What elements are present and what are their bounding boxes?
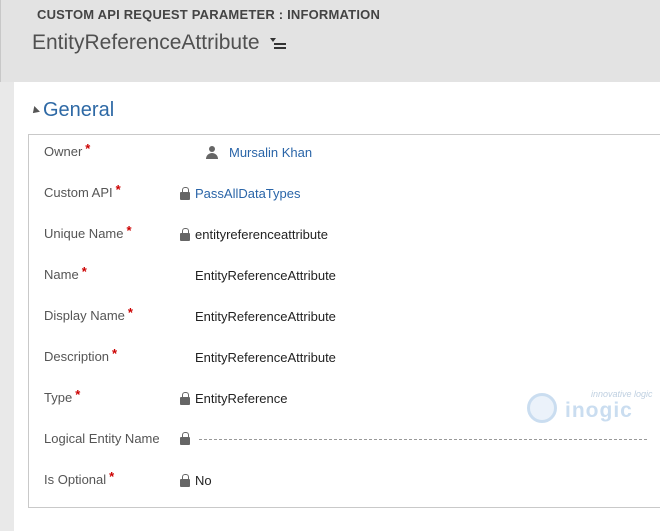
lock-icon bbox=[179, 473, 193, 488]
record-title: EntityReferenceAttribute bbox=[32, 31, 286, 55]
description-input[interactable]: EntityReferenceAttribute bbox=[195, 350, 336, 365]
section-general-title: General bbox=[43, 99, 115, 121]
field-label: Display Name * bbox=[44, 305, 133, 323]
watermark-brand: inogic bbox=[565, 399, 633, 422]
field-description: Description * EntityReferenceAttribute bbox=[29, 340, 660, 381]
unique-name-value: entityreferenceattribute bbox=[179, 227, 328, 242]
field-label: Is Optional * bbox=[44, 469, 115, 487]
lock-icon bbox=[179, 391, 193, 406]
field-label: Description * bbox=[44, 346, 118, 364]
field-is-optional: Is Optional * No bbox=[29, 463, 660, 504]
field-label: Custom API * bbox=[44, 182, 121, 200]
description-value[interactable]: EntityReferenceAttribute bbox=[179, 350, 336, 365]
field-label: Unique Name * bbox=[44, 223, 132, 241]
form-header: CUSTOM API REQUEST PARAMETER : INFORMATI… bbox=[0, 0, 660, 82]
display-name-value[interactable]: EntityReferenceAttribute bbox=[179, 309, 336, 324]
section-general-toggle[interactable]: General bbox=[30, 99, 115, 122]
required-marker: * bbox=[75, 387, 81, 402]
required-marker: * bbox=[127, 305, 133, 320]
field-display-name: Display Name * EntityReferenceAttribute bbox=[29, 299, 660, 340]
logo-circle-icon bbox=[527, 393, 557, 423]
required-marker: * bbox=[126, 223, 132, 238]
user-icon bbox=[205, 145, 219, 160]
field-unique-name: Unique Name * entityreferenceattribute bbox=[29, 217, 660, 258]
required-marker: * bbox=[112, 346, 118, 361]
field-custom-api: Custom API * PassAllDataTypes bbox=[29, 176, 660, 217]
name-input[interactable]: EntityReferenceAttribute bbox=[195, 268, 336, 283]
field-name: Name * EntityReferenceAttribute bbox=[29, 258, 660, 299]
owner-value[interactable]: Mursalin Khan bbox=[199, 145, 312, 160]
lock-icon bbox=[179, 432, 193, 446]
field-owner: Owner * Mursalin Khan bbox=[29, 135, 660, 176]
is-optional-text: No bbox=[195, 473, 212, 488]
required-marker: * bbox=[81, 264, 87, 279]
lock-icon bbox=[179, 227, 193, 242]
empty-value-dashes bbox=[199, 438, 647, 440]
custom-api-link[interactable]: PassAllDataTypes bbox=[195, 186, 301, 201]
required-marker: * bbox=[115, 182, 121, 197]
type-value: EntityReference bbox=[179, 391, 288, 406]
custom-api-value[interactable]: PassAllDataTypes bbox=[179, 186, 301, 201]
logical-entity-name-value bbox=[179, 432, 647, 446]
display-name-input[interactable]: EntityReferenceAttribute bbox=[195, 309, 336, 324]
field-label: Logical Entity Name bbox=[44, 431, 160, 446]
type-text: EntityReference bbox=[195, 391, 288, 406]
watermark-tagline: innovative logic bbox=[591, 389, 653, 399]
inogic-watermark-logo: innovative logic inogic bbox=[525, 389, 655, 429]
field-label: Name * bbox=[44, 264, 87, 282]
required-marker: * bbox=[85, 141, 91, 156]
general-fields: Owner * Mursalin Khan Custom API * PassAll… bbox=[28, 134, 660, 508]
owner-link[interactable]: Mursalin Khan bbox=[229, 145, 312, 160]
field-label: Type * bbox=[44, 387, 81, 405]
form-body: General Owner * Mursalin Khan Custom API *… bbox=[14, 82, 660, 531]
field-label: Owner * bbox=[44, 141, 91, 159]
form-selector-menu-icon[interactable] bbox=[269, 37, 286, 49]
name-value[interactable]: EntityReferenceAttribute bbox=[179, 268, 336, 283]
collapse-triangle-icon bbox=[30, 105, 40, 116]
record-title-text: EntityReferenceAttribute bbox=[32, 31, 260, 54]
entity-type-label: CUSTOM API REQUEST PARAMETER : INFORMATI… bbox=[37, 7, 381, 22]
lock-icon bbox=[179, 186, 193, 201]
required-marker: * bbox=[109, 469, 115, 484]
is-optional-value: No bbox=[179, 473, 212, 488]
unique-name-text: entityreferenceattribute bbox=[195, 227, 328, 242]
